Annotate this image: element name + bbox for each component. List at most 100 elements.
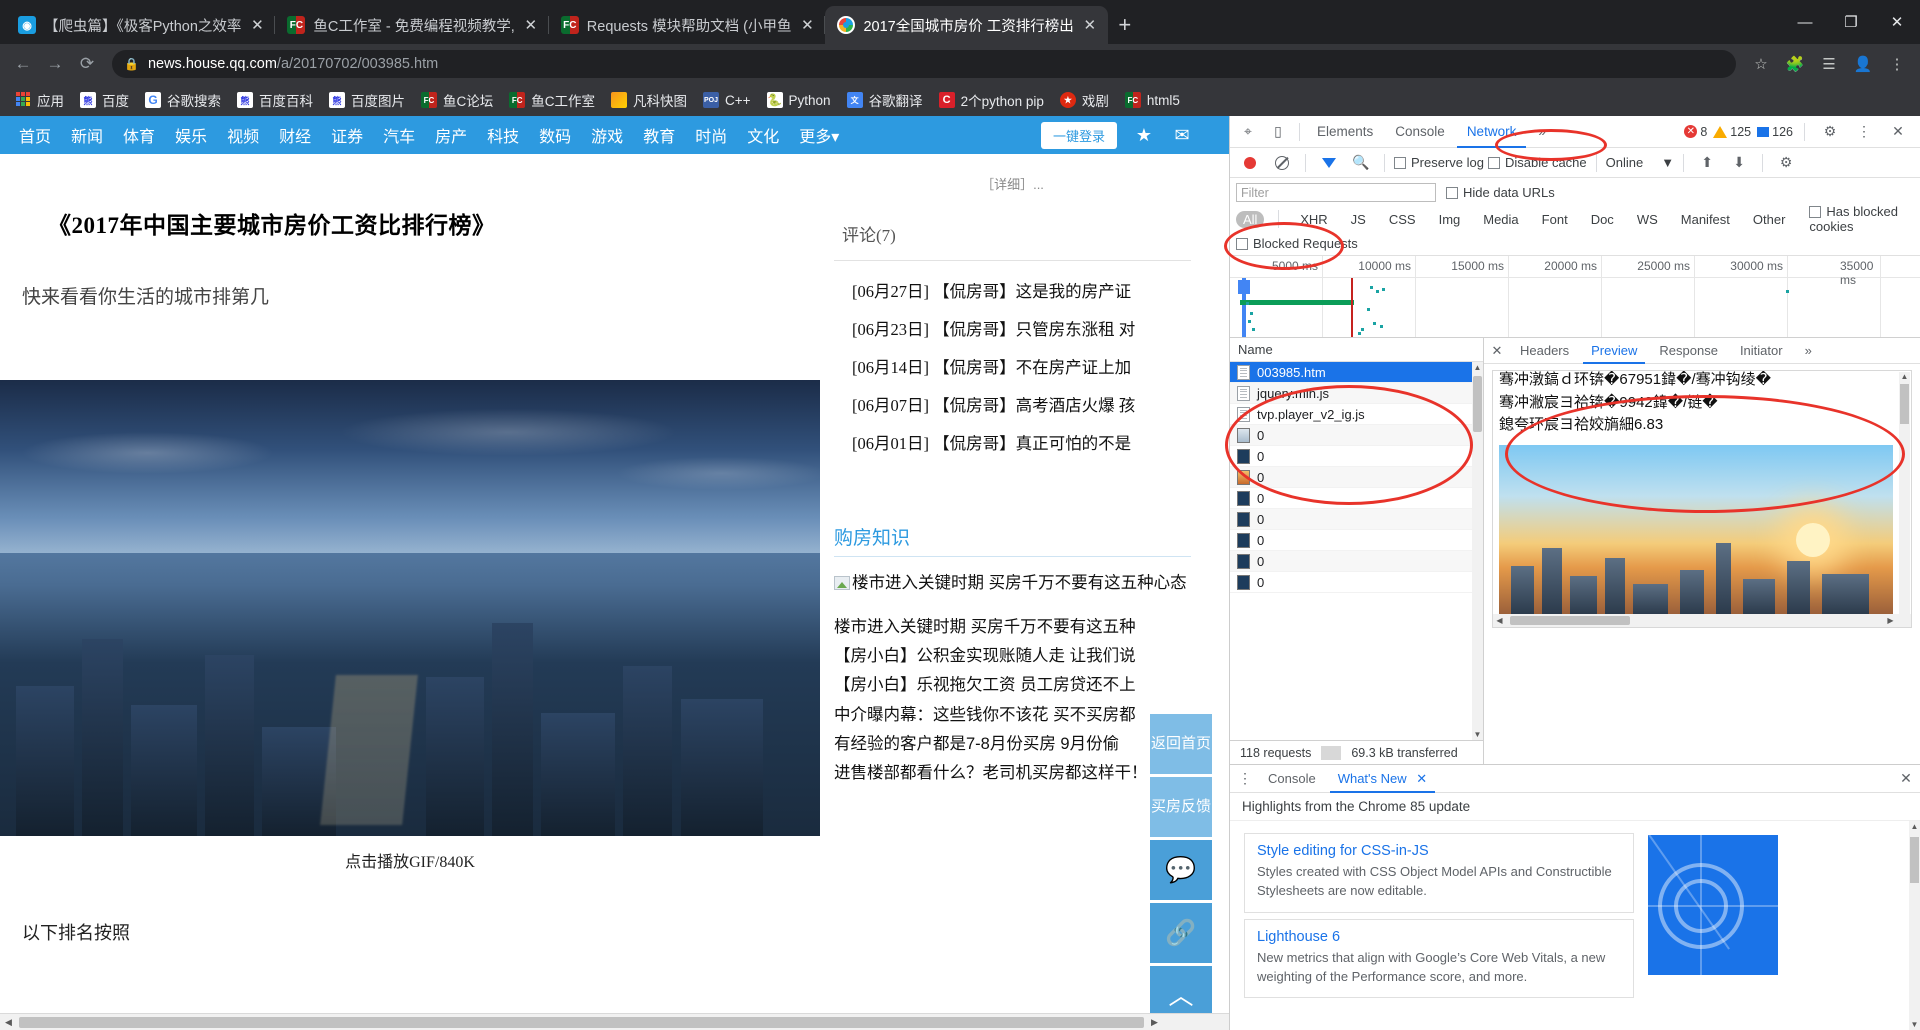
type-filter-xhr[interactable]: XHR [1293,211,1334,228]
type-filter-ws[interactable]: WS [1630,211,1665,228]
export-har-icon[interactable]: ⬇ [1725,149,1753,177]
hide-data-urls-checkbox[interactable]: Hide data URLs [1446,185,1555,200]
bookmark-fishc-forum[interactable]: FC 鱼C论坛 [414,87,500,113]
comment-icon[interactable]: 💬 [1150,840,1212,900]
extensions-icon[interactable]: 🧩 [1780,49,1810,79]
table-row[interactable]: jquery.min.js [1230,383,1483,404]
bookmark-python-pip[interactable]: C 2个python pip [932,87,1051,113]
tab-initiator[interactable]: Initiator [1730,338,1793,364]
tab-close-icon[interactable]: ✕ [799,16,815,34]
scroll-down-icon[interactable]: ▼ [1473,730,1482,739]
drawer-close-icon[interactable]: ✕ [1892,770,1920,787]
list-item[interactable]: [06月23日] 【侃房哥】只管房东涨租 对 [834,309,1191,347]
type-filter-other[interactable]: Other [1746,211,1793,228]
nav-item-10[interactable]: 数码 [530,119,580,151]
list-item[interactable]: [06月01日] 【侃房哥】真正可怕的不是 [834,423,1191,461]
scroll-right-icon[interactable]: ▶ [1884,616,1897,625]
tab-headers[interactable]: Headers [1510,338,1579,364]
bookmark-fishc-studio[interactable]: FC 鱼C工作室 [502,87,602,113]
list-item[interactable]: 楼市进入关键时期 买房千万不要有这五种 [834,613,1191,642]
article-hero-image[interactable] [0,380,820,836]
nav-item-14[interactable]: 文化 [738,119,788,151]
minimize-button[interactable]: — [1782,0,1828,44]
card-title[interactable]: Lighthouse 6 [1257,929,1621,945]
star-icon[interactable]: ★ [1131,122,1157,148]
filter-input[interactable]: Filter [1236,182,1436,202]
whats-new-card[interactable]: Style editing for CSS-in-JS Styles creat… [1244,833,1634,913]
type-filter-all[interactable]: All [1236,210,1265,228]
table-row[interactable]: 003985.htm [1230,362,1483,383]
mail-icon[interactable]: ✉ [1169,122,1195,148]
network-settings-gear-icon[interactable]: ⚙ [1772,149,1800,177]
profile-avatar-icon[interactable]: 👤 [1848,49,1878,79]
tab-close-icon[interactable]: ✕ [1082,16,1098,34]
warning-badge[interactable]: 125 [1713,125,1751,139]
bookmark-baidu-baike[interactable]: 熊 百度百科 [230,87,320,113]
feedback-button[interactable]: 买房反馈 [1150,777,1212,837]
nav-item-7[interactable]: 汽车 [374,119,424,151]
scroll-left-icon[interactable]: ◀ [0,1017,17,1028]
whats-new-scrollbar[interactable]: ▲ ▼ [1909,821,1920,1030]
bookmark-google-translate[interactable]: 文 谷歌翻译 [840,87,930,113]
table-row[interactable]: 0 [1230,551,1483,572]
scroll-up-icon[interactable]: ▲ [1473,363,1482,372]
search-icon[interactable]: 🔍 [1347,149,1375,177]
list-item[interactable]: 【房小白】公积金实现账随人走 让我们说 [834,642,1191,671]
nav-item-8[interactable]: 房产 [426,119,476,151]
list-item[interactable]: [06月14日] 【侃房哥】不在房产证上加 [834,347,1191,385]
more-tabs-icon[interactable]: » [1528,116,1556,148]
bookmark-baidu[interactable]: 熊 百度 [73,87,136,113]
forward-icon[interactable]: → [40,49,70,79]
bookmark-baidu-image[interactable]: 熊 百度图片 [322,87,412,113]
tab-network[interactable]: Network [1456,116,1527,148]
record-dot-icon[interactable] [1236,149,1264,177]
preview-horizontal-scrollbar[interactable]: ◀ ▶ [1493,614,1911,627]
scroll-thumb[interactable] [1473,376,1482,432]
nav-item-12[interactable]: 教育 [634,119,684,151]
knowledge-lead[interactable]: 楼市进入关键时期 买房千万不要有这五种心态 [834,571,1191,597]
table-row[interactable]: tvp.player_v2_ig.js [1230,404,1483,425]
scroll-left-icon[interactable]: ◀ [1493,616,1506,625]
scroll-up-icon[interactable]: ▲ [1900,372,1909,381]
drawer-more-icon[interactable]: ⋮ [1234,770,1256,787]
tab-close-icon[interactable]: ✕ [523,16,539,34]
list-item[interactable]: [06月27日] 【侃房哥】这是我的房产证 [834,271,1191,309]
table-row[interactable]: 0 [1230,488,1483,509]
preview-frame[interactable]: 骞冲潡鎬ｄ环锛�67951鍏�/骞冲钩绫� 骞冲潎宸ヨ祫锛�9942鍏�/链� … [1492,370,1912,628]
tab-elements[interactable]: Elements [1307,116,1383,148]
chrome-menu-icon[interactable]: ⋮ [1882,49,1912,79]
tab-3-active[interactable]: 2017全国城市房价 工资排行榜出 ✕ [825,6,1108,44]
bookmark-apps[interactable]: 应用 [8,87,71,113]
bookmark-star-icon[interactable]: ☆ [1746,49,1776,79]
table-row[interactable]: 0 [1230,467,1483,488]
scroll-down-icon[interactable]: ▼ [1910,1020,1919,1029]
type-filter-css[interactable]: CSS [1382,211,1423,228]
tab-0[interactable]: ◉ 【爬虫篇】《极客Python之效率 ✕ [6,6,276,44]
nav-item-11[interactable]: 游戏 [582,119,632,151]
link-icon[interactable]: 🔗 [1150,903,1212,963]
request-list-scrollbar[interactable]: ▲ ▼ [1472,362,1483,740]
table-row[interactable]: 0 [1230,509,1483,530]
maximize-button[interactable]: ❐ [1828,0,1874,44]
reading-list-icon[interactable]: ☰ [1814,49,1844,79]
bookmark-cpp[interactable]: POJ C++ [696,89,758,111]
nav-item-2[interactable]: 体育 [114,119,164,151]
requests-column-header[interactable]: Name [1230,338,1483,362]
disable-cache-checkbox[interactable]: Disable cache [1487,155,1587,170]
scroll-thumb[interactable] [19,1016,1144,1028]
bookmark-python[interactable]: 🐍 Python [760,89,838,111]
detail-more-tabs-icon[interactable]: » [1795,338,1822,364]
scroll-thumb[interactable] [1510,616,1630,625]
type-filter-doc[interactable]: Doc [1584,211,1621,228]
type-filter-img[interactable]: Img [1432,211,1468,228]
back-icon[interactable]: ← [8,49,38,79]
nav-item-0[interactable]: 首页 [10,119,60,151]
import-har-icon[interactable]: ⬆ [1693,149,1721,177]
more-vertical-icon[interactable]: ⋮ [1850,118,1878,146]
scroll-thumb[interactable] [1910,837,1919,883]
type-filter-js[interactable]: JS [1344,211,1373,228]
drawer-tab-console[interactable]: Console [1258,765,1326,793]
nav-item-9[interactable]: 科技 [478,119,528,151]
page-horizontal-scrollbar[interactable]: ◀ ▶ [0,1013,1229,1030]
error-badge[interactable]: ✕ 8 [1684,125,1707,139]
